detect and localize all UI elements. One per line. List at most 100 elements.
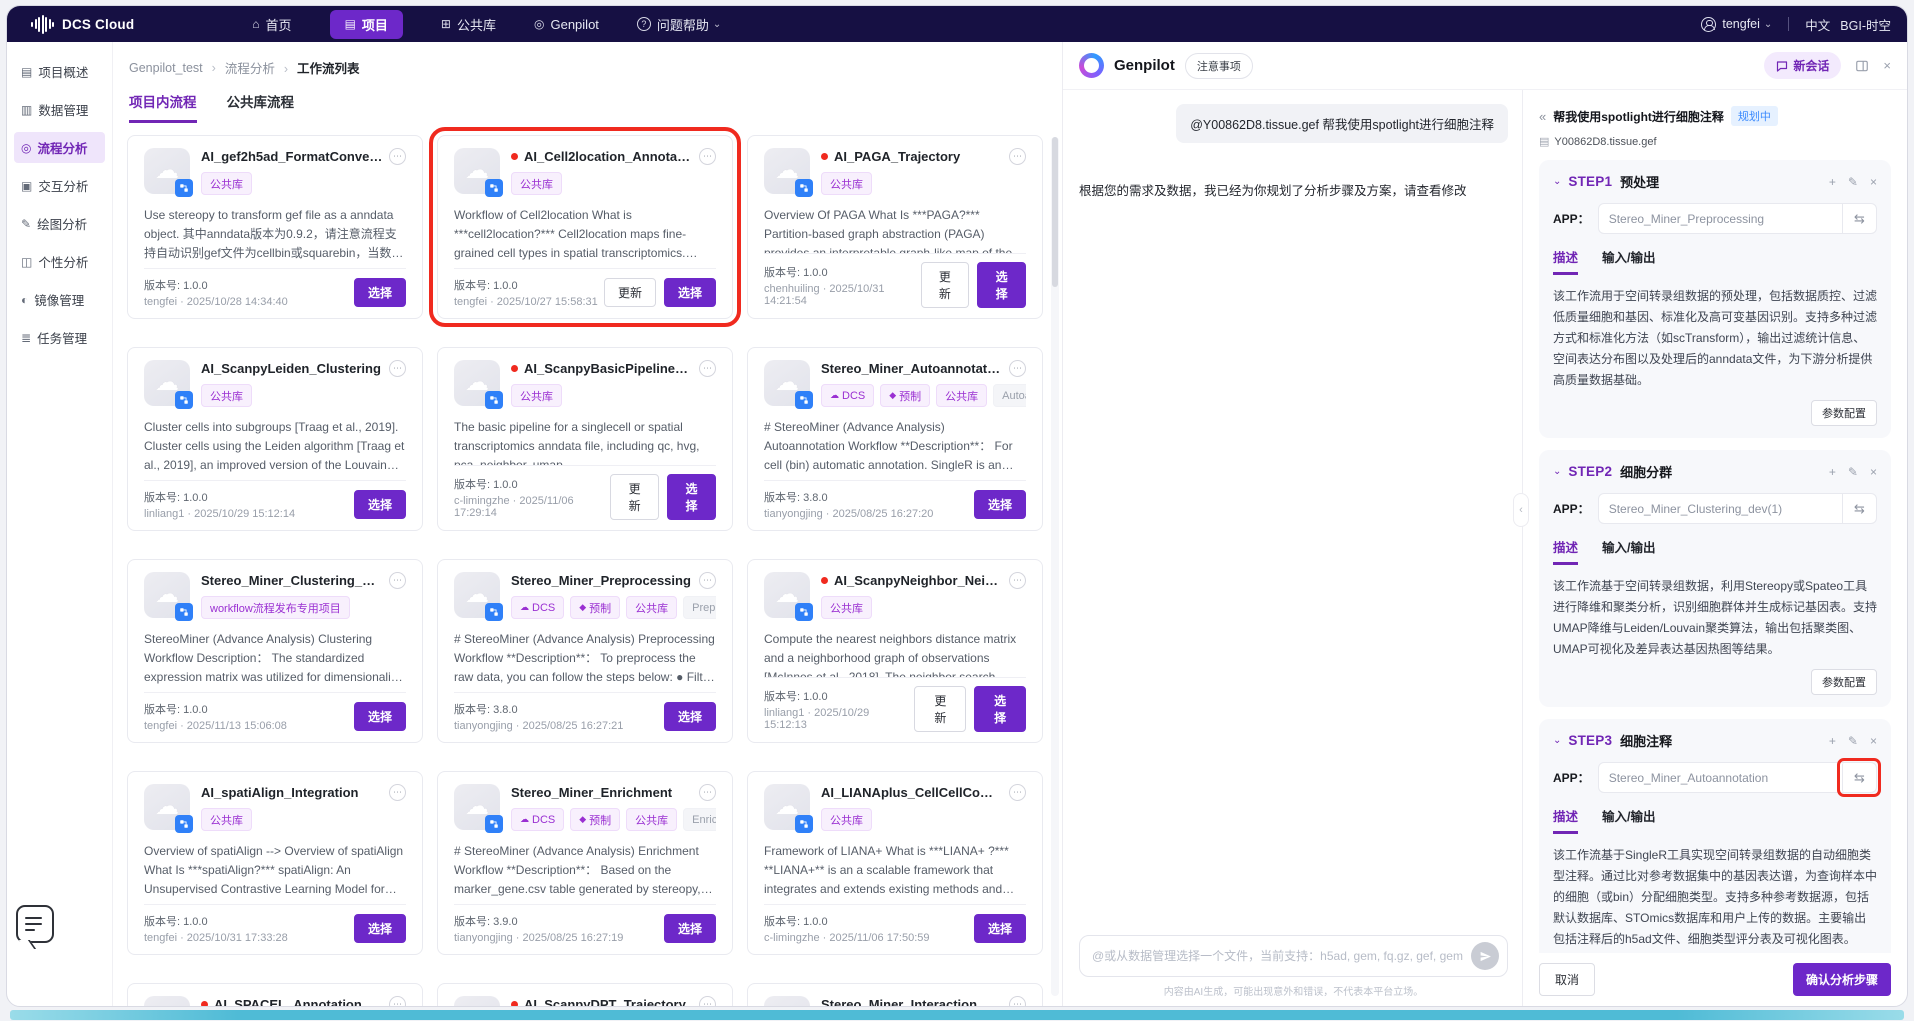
- more-options-button[interactable]: ⋯: [389, 996, 406, 1006]
- expand-panel-icon[interactable]: [1855, 59, 1869, 73]
- add-step-icon[interactable]: +: [1829, 734, 1836, 748]
- app-select[interactable]: Stereo_Miner_Clustering_dev(1) ⇆: [1598, 493, 1877, 524]
- more-options-button[interactable]: ⋯: [699, 360, 716, 377]
- more-options-button[interactable]: ⋯: [699, 148, 716, 165]
- update-button[interactable]: 更新: [604, 278, 656, 307]
- swap-app-icon[interactable]: ⇆: [1842, 494, 1876, 523]
- breadcrumb-item[interactable]: 流程分析: [225, 58, 297, 77]
- chevron-down-icon[interactable]: ⌄: [1553, 466, 1561, 477]
- update-button[interactable]: 更新: [921, 262, 970, 308]
- tab-input-output[interactable]: 输入/输出: [1602, 806, 1655, 834]
- update-button[interactable]: 更新: [610, 474, 659, 520]
- chevron-down-icon[interactable]: ⌄: [1553, 176, 1561, 187]
- select-button[interactable]: 选择: [667, 474, 716, 520]
- workflow-card[interactable]: ☁ AI_ScanpyDPT_Trajectory ⋯ 公共库 版本号: 选择: [437, 983, 733, 1006]
- select-button[interactable]: 选择: [354, 278, 406, 307]
- swap-app-icon[interactable]: ⇆: [1842, 204, 1876, 233]
- add-step-icon[interactable]: +: [1829, 175, 1836, 189]
- edit-step-icon[interactable]: ✎: [1848, 734, 1858, 748]
- workflow-card[interactable]: ☁ AI_ScanpyBasicPipeline_Prepro... ⋯ 公共库…: [437, 347, 733, 531]
- chat-input[interactable]: [1092, 949, 1463, 963]
- user-menu[interactable]: tengfei ⌄: [1701, 17, 1772, 32]
- scrollbar-thumb[interactable]: [1052, 137, 1058, 287]
- notice-button[interactable]: 注意事项: [1185, 53, 1253, 79]
- org-label[interactable]: BGI-时空: [1840, 15, 1891, 34]
- select-button[interactable]: 选择: [354, 914, 406, 943]
- workflow-card[interactable]: ☁ Stereo_Miner_Interaction ⋯ ☁DCS◆预制公共库I…: [747, 983, 1043, 1006]
- select-button[interactable]: 选择: [354, 490, 406, 519]
- more-options-button[interactable]: ⋯: [389, 784, 406, 801]
- remove-step-icon[interactable]: ×: [1870, 734, 1877, 748]
- send-icon[interactable]: [1471, 942, 1499, 970]
- sidebar-item-task-management[interactable]: ≣任务管理: [14, 322, 105, 353]
- select-button[interactable]: 选择: [664, 278, 716, 307]
- more-options-button[interactable]: ⋯: [699, 784, 716, 801]
- tab-input-output[interactable]: 输入/输出: [1602, 247, 1655, 275]
- nav-item-project[interactable]: ▤项目: [330, 10, 403, 39]
- select-button[interactable]: 选择: [977, 262, 1026, 308]
- tab-input-output[interactable]: 输入/输出: [1602, 537, 1655, 565]
- sidebar-item-pipeline-analysis[interactable]: ◎流程分析: [14, 132, 105, 163]
- tab-description[interactable]: 描述: [1553, 247, 1578, 275]
- workflow-card[interactable]: ☁ Stereo_Miner_Enrichment ⋯ ☁DCS◆预制公共库En…: [437, 771, 733, 955]
- select-button[interactable]: 选择: [354, 702, 406, 731]
- workflow-card[interactable]: ☁ AI_gef2h5ad_FormatConversion ⋯ 公共库 Use…: [127, 135, 423, 319]
- remove-step-icon[interactable]: ×: [1870, 465, 1877, 479]
- edit-step-icon[interactable]: ✎: [1848, 465, 1858, 479]
- more-options-button[interactable]: ⋯: [1009, 996, 1026, 1006]
- sidebar-item-data-management[interactable]: ▥数据管理: [14, 94, 105, 125]
- more-options-button[interactable]: ⋯: [699, 996, 716, 1006]
- select-button[interactable]: 选择: [974, 686, 1026, 732]
- cancel-button[interactable]: 取消: [1539, 963, 1595, 996]
- workflow-card[interactable]: ☁ AI_LIANAplus_CellCellCommuni... ⋯ 公共库 …: [747, 771, 1043, 955]
- params-config-button[interactable]: 参数配置: [1811, 669, 1877, 695]
- language-switch[interactable]: 中文: [1805, 15, 1830, 34]
- workflow-card[interactable]: ☁ AI_SPACEL_Annotation ⋯ 公共库 版本号: 选择: [127, 983, 423, 1006]
- collapse-plan-handle[interactable]: ‹: [1513, 493, 1529, 527]
- app-select[interactable]: Stereo_Miner_Preprocessing ⇆: [1598, 203, 1877, 234]
- workflow-card[interactable]: ☁ AI_ScanpyNeighbor_Neighbor ⋯ 公共库 Compu…: [747, 559, 1043, 743]
- confirm-steps-button[interactable]: 确认分析步骤: [1793, 963, 1891, 996]
- more-options-button[interactable]: ⋯: [389, 572, 406, 589]
- tab-project-flows[interactable]: 项目内流程: [129, 91, 197, 123]
- nav-item-home[interactable]: ⌂首页: [252, 15, 291, 34]
- select-button[interactable]: 选择: [974, 914, 1026, 943]
- collapse-icon[interactable]: «: [1539, 109, 1546, 124]
- more-options-button[interactable]: ⋯: [389, 148, 406, 165]
- workflow-card[interactable]: ☁ AI_PAGA_Trajectory ⋯ 公共库 Overview Of P…: [747, 135, 1043, 319]
- nav-item-genpilot[interactable]: ◎Genpilot: [534, 17, 599, 32]
- params-config-button[interactable]: 参数配置: [1811, 400, 1877, 426]
- edit-step-icon[interactable]: ✎: [1848, 175, 1858, 189]
- tab-public-flows[interactable]: 公共库流程: [227, 91, 295, 123]
- tab-description[interactable]: 描述: [1553, 806, 1578, 834]
- workflow-card[interactable]: ☁ Stereo_Miner_Clustering_dev ⋯ workflow…: [127, 559, 423, 743]
- more-options-button[interactable]: ⋯: [1009, 784, 1026, 801]
- workflow-card[interactable]: ☁ Stereo_Miner_Autoannotation ⋯ ☁DCS◆预制公…: [747, 347, 1043, 531]
- close-panel-icon[interactable]: ×: [1883, 58, 1891, 73]
- more-options-button[interactable]: ⋯: [699, 572, 716, 589]
- new-session-button[interactable]: 新会话: [1764, 52, 1841, 79]
- sidebar-item-plot-analysis[interactable]: ✎绘图分析: [14, 208, 105, 239]
- select-button[interactable]: 选择: [664, 914, 716, 943]
- tab-description[interactable]: 描述: [1553, 537, 1578, 565]
- workflow-card[interactable]: ☁ AI_Cell2location_Annotation ⋯ 公共库 Work…: [437, 135, 733, 319]
- cards-scrollbar[interactable]: [1051, 137, 1059, 996]
- nav-item-public-library[interactable]: ⊞公共库: [441, 15, 496, 34]
- add-step-icon[interactable]: +: [1829, 465, 1836, 479]
- update-button[interactable]: 更新: [914, 686, 966, 732]
- sidebar-item-image-management[interactable]: ◐镜像管理: [14, 284, 105, 315]
- remove-step-icon[interactable]: ×: [1870, 175, 1877, 189]
- nav-item-help[interactable]: ?问题帮助⌄: [637, 15, 721, 34]
- brand[interactable]: DCS Cloud: [31, 13, 134, 35]
- sidebar-item-project-overview[interactable]: ▤项目概述: [14, 56, 105, 87]
- workflow-card[interactable]: ☁ AI_ScanpyLeiden_Clustering ⋯ 公共库 Clust…: [127, 347, 423, 531]
- select-button[interactable]: 选择: [664, 702, 716, 731]
- swap-app-icon[interactable]: ⇆: [1842, 763, 1876, 792]
- more-options-button[interactable]: ⋯: [1009, 572, 1026, 589]
- breadcrumb-item[interactable]: Genpilot_test: [129, 61, 225, 75]
- more-options-button[interactable]: ⋯: [1009, 360, 1026, 377]
- more-options-button[interactable]: ⋯: [1009, 148, 1026, 165]
- sidebar-item-personal-analysis[interactable]: ◫个性分析: [14, 246, 105, 277]
- chevron-down-icon[interactable]: ⌄: [1553, 735, 1561, 746]
- workflow-card[interactable]: ☁ Stereo_Miner_Preprocessing ⋯ ☁DCS◆预制公共…: [437, 559, 733, 743]
